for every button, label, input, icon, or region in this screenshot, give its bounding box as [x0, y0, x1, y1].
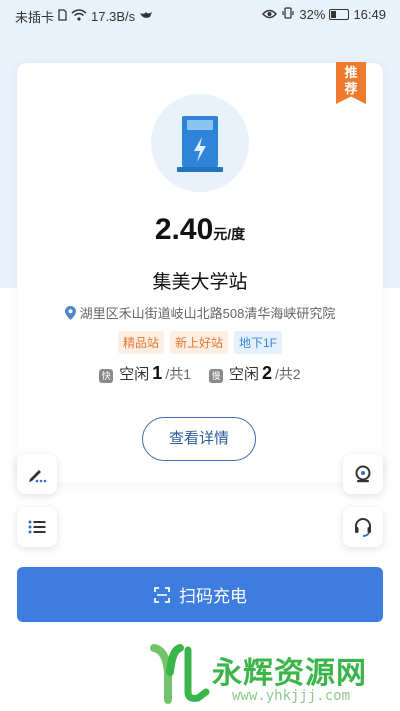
site-watermark: 永辉资源网 www.yhkjjj.com — [150, 640, 390, 710]
vibrate-icon — [281, 7, 295, 22]
fast-charge-badge-icon: 快 — [99, 369, 114, 383]
tag-new: 新上好站 — [169, 331, 228, 354]
recommend-ribbon: 推荐 — [336, 62, 366, 104]
sim-icon — [58, 9, 67, 24]
fast-total: /共1 — [165, 366, 191, 382]
watermark-url: www.yhkjjj.com — [232, 688, 351, 704]
slow-total: /共2 — [275, 366, 301, 382]
battery-percent-text: 32% — [299, 7, 326, 22]
station-address: 湖里区禾山街道岐山北路508清华海峡研究院 — [17, 303, 383, 323]
watermark-title: 永辉资源网 — [212, 657, 367, 690]
fast-label: 空闲 — [119, 366, 150, 383]
view-details-button[interactable]: 查看详情 — [142, 417, 256, 461]
location-icon — [355, 465, 371, 483]
slow-charger-availability: 慢 空闲 2 /共2 — [209, 363, 301, 384]
wifi-icon — [71, 9, 87, 24]
availability: 快 空闲 1 /共1 慢 空闲 2 /共2 — [17, 363, 383, 384]
fast-charger-availability: 快 空闲 1 /共1 — [99, 363, 191, 384]
tag-quality: 精品站 — [117, 331, 164, 354]
headset-icon — [355, 518, 371, 537]
price-unit: 元/度 — [213, 226, 246, 242]
bird-notification-icon — [139, 9, 153, 24]
station-tags: 精品站 新上好站 地下1F — [17, 331, 383, 354]
scan-charge-label: 扫码充电 — [179, 587, 247, 606]
station-card: 推荐 2.40元/度 集美大学站 湖里区禾山街道岐山北路508清华海峡研究院 精… — [17, 62, 383, 483]
locate-button[interactable] — [343, 454, 383, 494]
scan-charge-button[interactable]: 扫码充电 — [17, 567, 383, 622]
watermark-logo-icon — [150, 644, 210, 704]
eye-icon — [262, 8, 278, 22]
price: 2.40元/度 — [17, 213, 383, 247]
net-speed-text: 17.3B/s — [91, 9, 136, 24]
battery-icon — [329, 9, 350, 20]
clock-text: 16:49 — [353, 7, 386, 22]
scan-icon — [154, 586, 170, 603]
list-icon — [28, 520, 46, 534]
tag-floor: 地下1F — [234, 331, 283, 354]
location-pin-icon — [64, 306, 76, 323]
recommend-label: 推荐 — [344, 65, 358, 96]
address-text: 湖里区禾山街道岐山北路508清华海峡研究院 — [79, 306, 336, 321]
carrier-text: 未插卡 — [15, 10, 55, 25]
price-value: 2.40 — [154, 213, 214, 246]
list-button[interactable] — [17, 507, 57, 547]
charging-pile-icon — [177, 116, 223, 172]
edit-button[interactable] — [17, 454, 57, 494]
station-name: 集美大学站 — [152, 272, 248, 293]
charging-station-avatar — [151, 94, 249, 192]
slow-free-count: 2 — [262, 363, 273, 383]
slow-charge-badge-icon: 慢 — [209, 369, 223, 383]
edit-icon — [29, 470, 47, 483]
slow-label: 空闲 — [229, 366, 260, 383]
status-bar: 未插卡 17.3B/s 32% 16:49 — [0, 0, 400, 30]
customer-service-button[interactable] — [343, 507, 383, 547]
fast-free-count: 1 — [152, 363, 163, 383]
